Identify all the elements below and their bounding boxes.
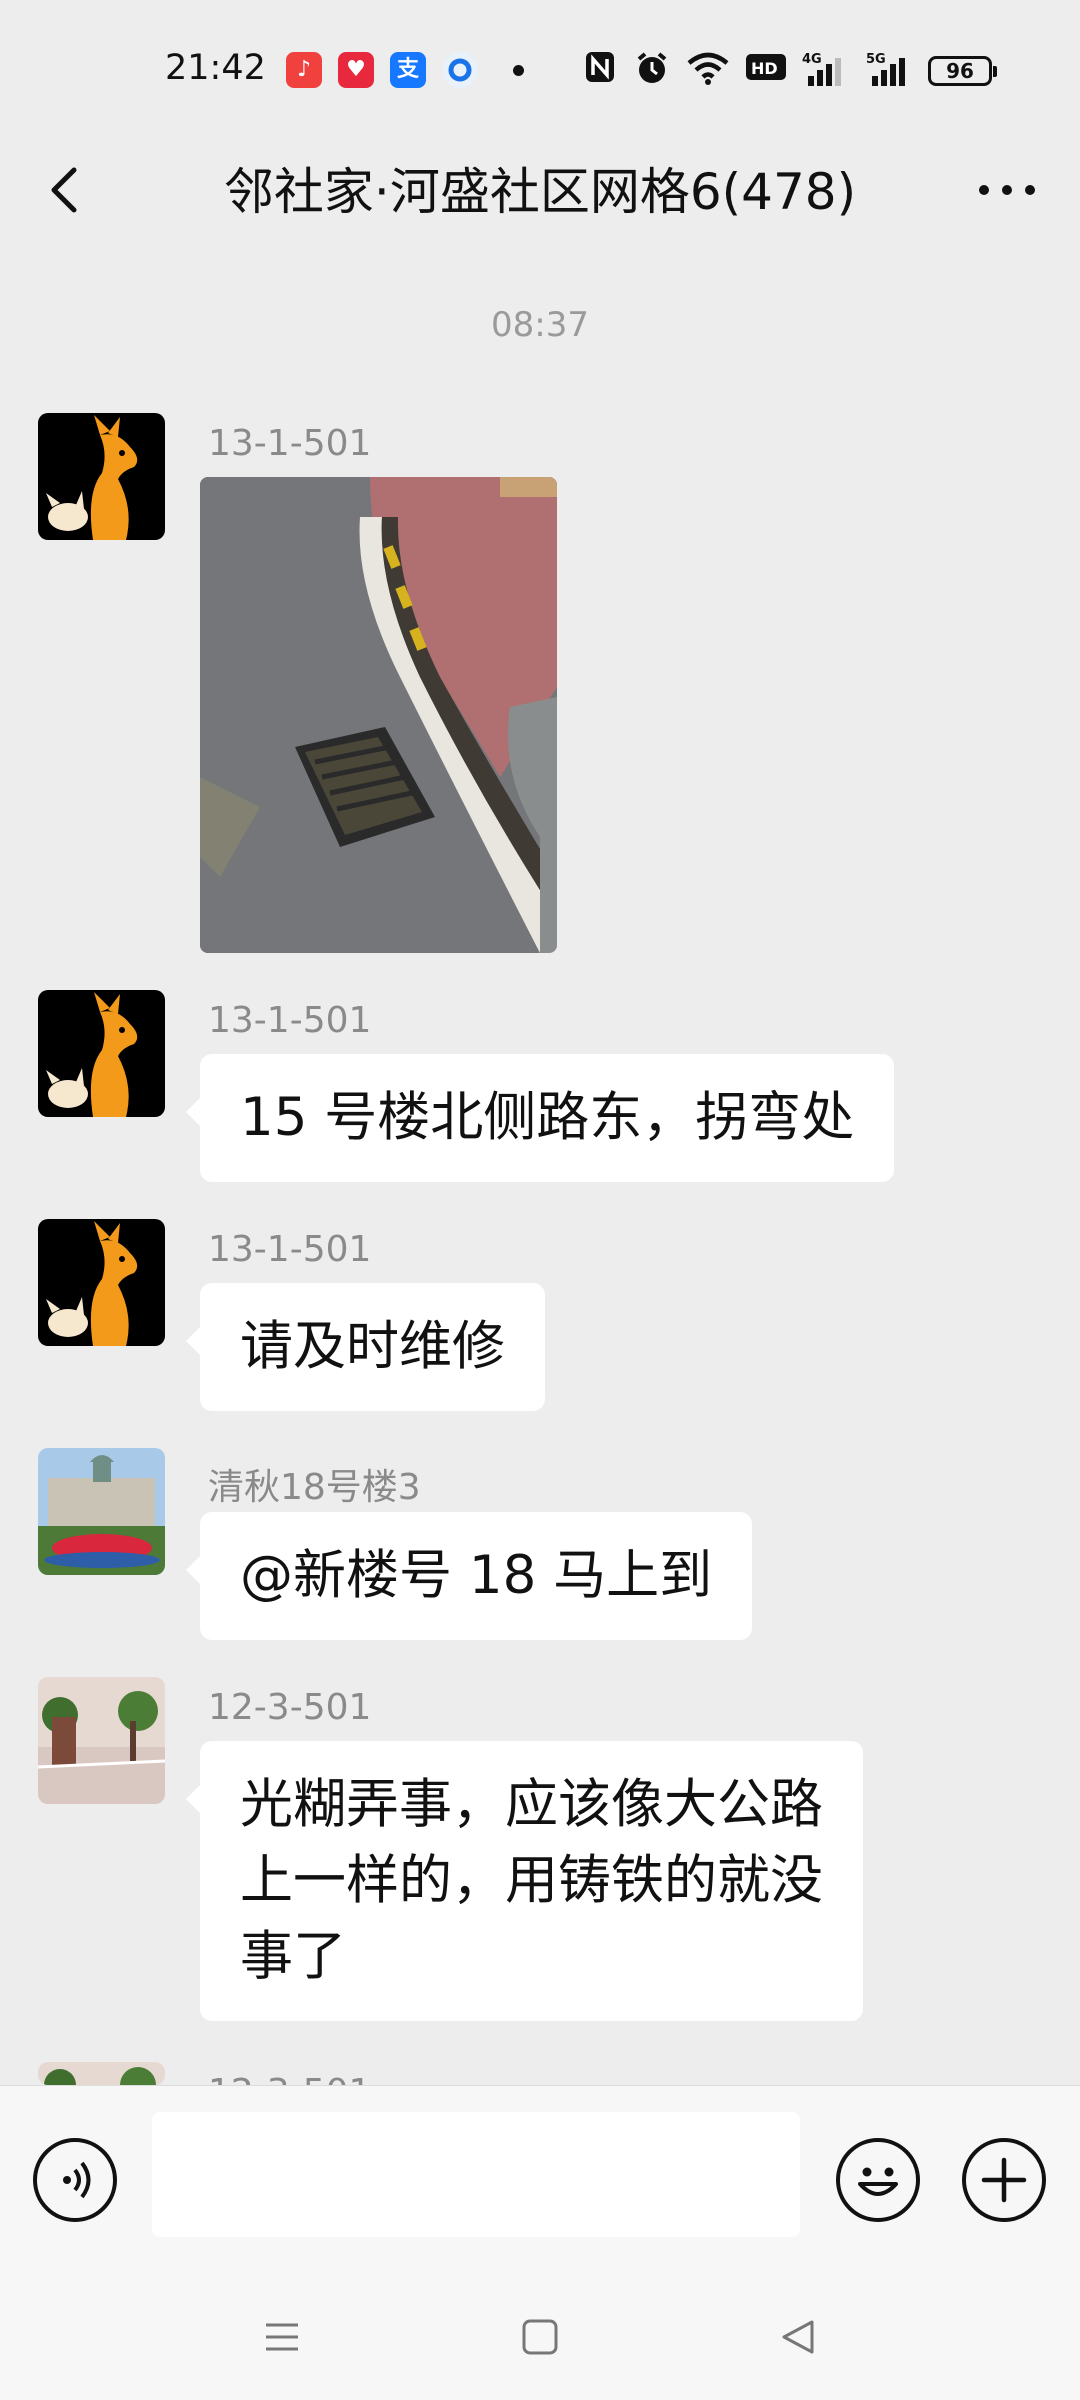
input-bar bbox=[0, 2085, 1080, 2275]
chat-header: 邻社家·河盛社区网格6(478) bbox=[0, 140, 1080, 240]
message-photo[interactable] bbox=[200, 477, 557, 953]
home-button[interactable] bbox=[520, 2317, 560, 2357]
street-drain-photo-icon bbox=[200, 477, 557, 953]
more-dots-icon bbox=[979, 185, 1035, 195]
battery-indicator: 96 bbox=[928, 56, 997, 86]
message-bubble[interactable]: 请及时维修 bbox=[186, 1283, 545, 1411]
sender-name: 13-1-501 bbox=[208, 423, 372, 464]
love-app-icon: ♥ bbox=[338, 52, 374, 88]
garden-avatar-icon bbox=[38, 2062, 165, 2085]
kangaroo-avatar-icon bbox=[38, 1219, 165, 1346]
browser-icon bbox=[442, 52, 478, 88]
nav-back-button[interactable] bbox=[778, 2317, 818, 2357]
message-line: 上一样的，用铸铁的就没 bbox=[240, 1850, 823, 1911]
message-line: 事了 bbox=[240, 1926, 346, 1987]
svg-text:HD: HD bbox=[751, 59, 778, 78]
back-triangle-icon bbox=[782, 2320, 814, 2354]
sender-name: 12-3-501 bbox=[208, 1687, 372, 1728]
system-nav-bar bbox=[0, 2275, 1080, 2400]
message-bubble[interactable]: 光糊弄事，应该像大公路 上一样的，用铸铁的就没 事了 bbox=[186, 1741, 863, 2021]
more-options-button[interactable] bbox=[972, 160, 1042, 220]
status-time: 21:42 bbox=[165, 48, 266, 88]
sender-name: 13-1-501 bbox=[208, 1000, 372, 1041]
sender-name: 13-1-501 bbox=[208, 1229, 372, 1270]
4g-signal-icon: 4G bbox=[802, 50, 848, 95]
kangaroo-avatar-icon bbox=[38, 413, 165, 540]
more-notifications-dot bbox=[513, 65, 524, 76]
voice-icon bbox=[63, 2161, 91, 2199]
chat-title: 邻社家·河盛社区网格6(478) bbox=[223, 163, 857, 221]
building-avatar-icon bbox=[38, 1448, 165, 1575]
menu-icon bbox=[266, 2323, 298, 2351]
alipay-icon: 支 bbox=[390, 52, 426, 88]
svg-text:5G: 5G bbox=[866, 52, 886, 67]
menu-button[interactable] bbox=[262, 2317, 302, 2357]
alarm-icon bbox=[634, 50, 670, 93]
avatar[interactable] bbox=[38, 413, 165, 540]
message-bubble[interactable]: 15 号楼北侧路东，拐弯处 bbox=[185, 1054, 895, 1182]
plus-icon bbox=[981, 2157, 1027, 2203]
sender-name: 12-3-501 bbox=[208, 2072, 371, 2085]
emoji-icon bbox=[858, 2167, 898, 2196]
avatar[interactable] bbox=[38, 1448, 165, 1575]
wifi-icon bbox=[686, 50, 730, 93]
message-bubble[interactable]: @新楼号 18 马上到 bbox=[185, 1512, 753, 1640]
svg-text:4G: 4G bbox=[802, 52, 822, 67]
voice-button[interactable] bbox=[33, 2138, 117, 2222]
garden-avatar-icon bbox=[38, 1677, 165, 1804]
status-bar: 21:42 ♪ ♥ 支 HD 4G 5G 96 bbox=[0, 0, 1080, 140]
sender-name: 清秋18号楼3 bbox=[208, 1467, 421, 1508]
avatar[interactable] bbox=[38, 1219, 165, 1346]
hd-icon: HD bbox=[745, 50, 787, 91]
avatar[interactable] bbox=[38, 1677, 165, 1804]
plus-button[interactable] bbox=[962, 2138, 1046, 2222]
home-icon bbox=[522, 2319, 558, 2355]
avatar[interactable] bbox=[38, 990, 165, 1117]
message-line: 光糊弄事，应该像大公路 bbox=[240, 1774, 823, 1835]
music-app-icon: ♪ bbox=[286, 52, 322, 88]
chat-timestamp: 08:37 bbox=[491, 305, 589, 345]
emoji-button[interactable] bbox=[836, 2138, 920, 2222]
kangaroo-avatar-icon bbox=[38, 990, 165, 1117]
avatar[interactable] bbox=[38, 2062, 165, 2085]
5g-signal-icon: 5G bbox=[866, 50, 912, 95]
nfc-icon bbox=[584, 50, 616, 91]
message-input[interactable] bbox=[152, 2112, 800, 2237]
